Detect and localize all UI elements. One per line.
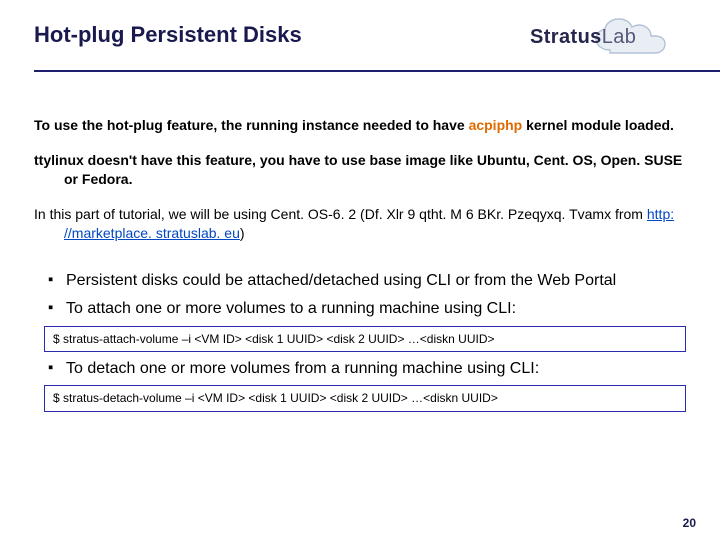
logo-text-b: Lab (602, 26, 637, 48)
p1-text-c: kernel module loaded. (522, 117, 674, 133)
slide: Hot-plug Persistent Disks StratusLab To … (0, 0, 720, 540)
p1-kernel-module: acpiphp (469, 117, 523, 133)
body: To use the hot-plug feature, the running… (34, 116, 686, 412)
code-detach: $ stratus-detach-volume –i <VM ID> <disk… (44, 385, 686, 411)
bullet-item: Persistent disks could be attached/detac… (48, 270, 686, 292)
paragraph-3: In this part of tutorial, we will be usi… (34, 205, 686, 243)
logo-text: StratusLab (530, 26, 636, 49)
page-number: 20 (683, 516, 696, 530)
page-title: Hot-plug Persistent Disks (34, 22, 302, 48)
p3-text-a: In this part of tutorial, we will be usi… (34, 206, 647, 222)
header-rule (34, 70, 720, 72)
bullet-text: To attach one or more volumes to a runni… (66, 300, 516, 317)
header-row: Hot-plug Persistent Disks StratusLab (34, 16, 686, 62)
code-attach: $ stratus-attach-volume –i <VM ID> <disk… (44, 326, 686, 352)
bullet-text: Persistent disks could be attached/detac… (66, 272, 616, 289)
bullet-list: Persistent disks could be attached/detac… (48, 270, 686, 319)
p1-text-a: To use the hot-plug feature, the running… (34, 117, 469, 133)
logo-text-a: Stratus (530, 26, 602, 48)
paragraph-2: ttylinux doesn't have this feature, you … (34, 151, 686, 189)
bullet-list-2: To detach one or more volumes from a run… (48, 358, 686, 380)
bullet-text: To detach one or more volumes from a run… (66, 360, 539, 377)
paragraph-1: To use the hot-plug feature, the running… (34, 116, 686, 135)
p3-text-b: ) (240, 225, 245, 241)
bullet-item: To detach one or more volumes from a run… (48, 358, 686, 380)
bullet-item: To attach one or more volumes to a runni… (48, 298, 686, 320)
p2-text: ttylinux doesn't have this feature, you … (34, 151, 686, 189)
brand-logo: StratusLab (526, 16, 686, 62)
